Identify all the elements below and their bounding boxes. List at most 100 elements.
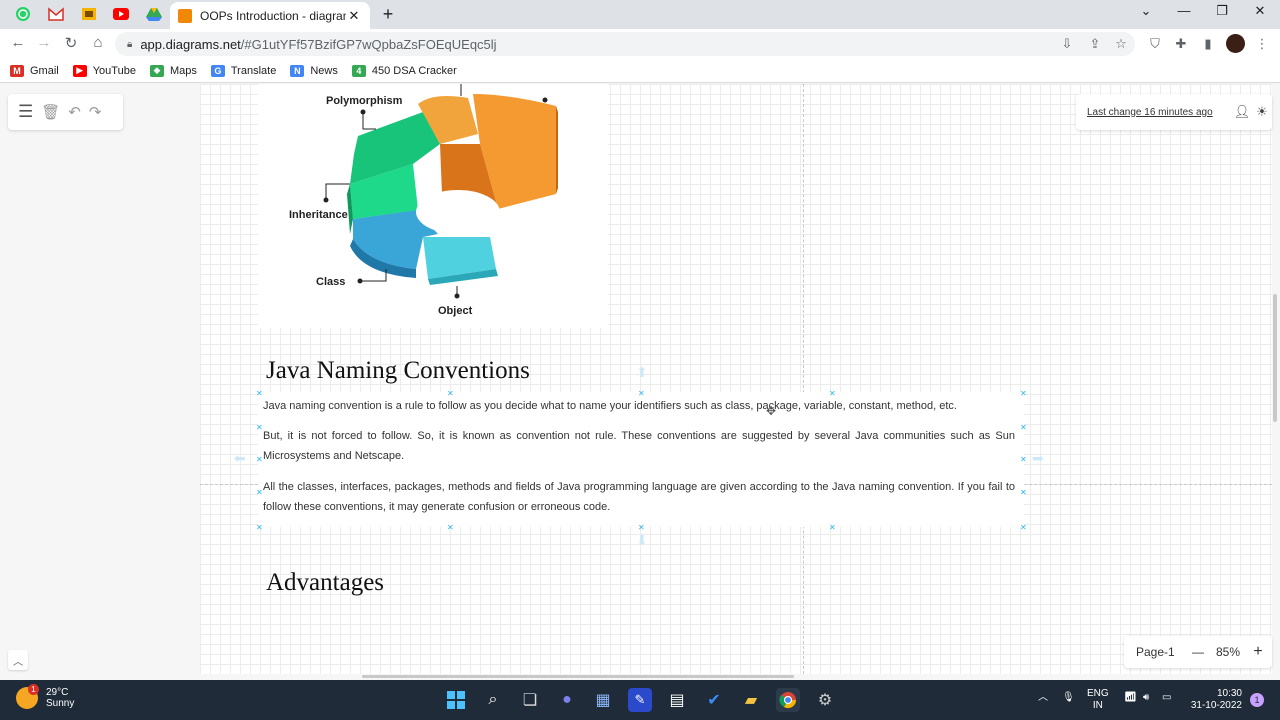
- gmail-pinned-tab[interactable]: [45, 4, 67, 24]
- resize-handle-w2[interactable]: ✕: [256, 489, 263, 497]
- resize-handle-nw[interactable]: ✕: [256, 390, 263, 398]
- redo-icon[interactable]: ↷: [89, 103, 102, 121]
- windows-taskbar: 1 29°C Sunny ⌕ ❏ ● ▦ ✎ ▤ ✔ ▰ ⚙ ︿ 🎙︎ ENG …: [0, 680, 1280, 720]
- coding-site-pinned-tab[interactable]: [78, 4, 100, 24]
- teams-chat-icon[interactable]: ●: [555, 688, 579, 712]
- connect-arrow-up-icon[interactable]: ⬆: [636, 364, 648, 381]
- tab-search-icon[interactable]: ⌄: [1131, 3, 1161, 19]
- resize-handle-e1[interactable]: ✕: [1020, 424, 1027, 432]
- undo-icon[interactable]: ↶: [68, 103, 81, 121]
- last-change-link[interactable]: Last change 16 minutes ago: [1087, 107, 1232, 118]
- delete-icon[interactable]: 🗑︎: [41, 103, 60, 121]
- horizontal-scrollbar[interactable]: [362, 675, 794, 678]
- task-view-icon[interactable]: ❏: [518, 688, 542, 712]
- connect-arrow-left-icon[interactable]: ⬅: [234, 450, 246, 467]
- close-window-icon[interactable]: ✕: [1245, 3, 1275, 19]
- bookmark-translate[interactable]: G Translate: [210, 64, 276, 77]
- leader-line-inheritance: [325, 183, 350, 200]
- bookmark-maps[interactable]: ◆ Maps: [149, 64, 197, 77]
- forward-icon[interactable]: →: [34, 34, 54, 51]
- search-icon[interactable]: ⌕: [481, 688, 505, 712]
- drive-pinned-tab[interactable]: [143, 4, 165, 24]
- resize-handle-n1[interactable]: ✕: [447, 390, 454, 398]
- address-bar[interactable]: 🔒︎ app.diagrams.net /#G1utYFf57BzifGP7wQ…: [115, 32, 1135, 56]
- whiteboard-app-icon[interactable]: ✎: [628, 688, 652, 712]
- resize-handle-s[interactable]: ✕: [638, 524, 645, 532]
- oops-diagram-image[interactable]: Polymorphism Inheritance Class Object: [258, 84, 608, 328]
- heading-advantages[interactable]: Advantages: [266, 569, 384, 597]
- microphone-icon[interactable]: 🎙︎: [1062, 692, 1075, 704]
- resize-handle-e[interactable]: ✕: [1020, 456, 1027, 464]
- clock-time: 10:30: [1216, 688, 1242, 699]
- resize-handle-n[interactable]: ✕: [638, 390, 645, 398]
- side-panel-icon[interactable]: ▮: [1199, 36, 1217, 52]
- settings-gear-icon[interactable]: ⚙: [813, 688, 837, 712]
- page-selector[interactable]: Page-1: [1136, 645, 1188, 659]
- zoom-in-button[interactable]: +: [1248, 643, 1268, 661]
- resize-handle-s1[interactable]: ✕: [447, 524, 454, 532]
- start-windows-icon[interactable]: [444, 688, 468, 712]
- volume-icon[interactable]: 🔊︎: [1143, 692, 1149, 704]
- resize-handle-w1[interactable]: ✕: [256, 424, 263, 432]
- drawio-icon: [178, 8, 192, 23]
- minimize-icon[interactable]: —: [1169, 3, 1199, 18]
- connect-arrow-down-icon[interactable]: ⬇: [636, 532, 648, 549]
- connect-arrow-right-icon[interactable]: ➡: [1032, 450, 1044, 467]
- active-tab[interactable]: OOPs Introduction - diagrams.ne ✕: [170, 2, 370, 29]
- bookmark-dsa-cracker[interactable]: 4 450 DSA Cracker: [351, 64, 457, 77]
- reload-icon[interactable]: ↻: [61, 34, 81, 52]
- youtube-icon: ▶: [72, 64, 87, 77]
- resize-handle-se[interactable]: ✕: [1020, 524, 1027, 532]
- extensions-puzzle-icon[interactable]: ✚: [1172, 36, 1190, 52]
- resize-handle-n2[interactable]: ✕: [829, 390, 836, 398]
- profile-avatar[interactable]: [1226, 34, 1245, 53]
- clock-date: 31-10-2022: [1190, 700, 1242, 711]
- language-indicator[interactable]: ENG IN: [1087, 688, 1109, 712]
- youtube-icon: [113, 8, 129, 20]
- whatsapp-pinned-tab[interactable]: [12, 4, 34, 24]
- theme-sun-icon[interactable]: ☀: [1252, 104, 1272, 120]
- home-icon[interactable]: ⌂: [88, 34, 108, 51]
- youtube-pinned-tab[interactable]: [110, 4, 132, 24]
- browser-toolbar: ← → ↻ ⌂ 🔒︎ app.diagrams.net /#G1utYFf57B…: [0, 29, 1280, 59]
- lock-icon: 🔒︎: [127, 38, 133, 50]
- shield-extension-icon[interactable]: ⛉: [1146, 36, 1164, 52]
- bookmark-star-icon[interactable]: ☆: [1112, 36, 1130, 52]
- vertical-scrollbar[interactable]: [1273, 294, 1277, 422]
- notification-badge[interactable]: 1: [1250, 693, 1264, 707]
- bookmark-youtube[interactable]: ▶ YouTube: [72, 64, 136, 77]
- hamburger-menu-icon[interactable]: ☰: [18, 102, 33, 122]
- file-explorer-icon[interactable]: ▰: [739, 688, 763, 712]
- leader-dot-inheritance: [323, 197, 329, 203]
- collapse-panel-icon[interactable]: ︿: [8, 650, 28, 670]
- more-menu-icon[interactable]: ⋮: [1253, 36, 1271, 52]
- clock[interactable]: 10:30 31-10-2022: [1190, 688, 1242, 712]
- zoom-level[interactable]: 85%: [1208, 645, 1248, 659]
- bookmark-gmail[interactable]: M Gmail: [10, 64, 59, 77]
- close-tab-icon[interactable]: ✕: [346, 8, 362, 24]
- editor-toolbar: ☰ 🗑︎ ↶ ↷: [8, 94, 123, 130]
- weather-widget[interactable]: 1 29°C Sunny: [16, 684, 74, 709]
- todo-check-icon[interactable]: ✔: [702, 688, 726, 712]
- chevron-up-icon[interactable]: ︿: [1038, 692, 1048, 704]
- donut-hole: [416, 190, 500, 234]
- heading-java-naming-conventions[interactable]: Java Naming Conventions: [266, 357, 530, 385]
- resize-handle-w[interactable]: ✕: [256, 456, 263, 464]
- back-icon[interactable]: ←: [8, 34, 28, 51]
- resize-handle-sw[interactable]: ✕: [256, 524, 263, 532]
- install-icon[interactable]: ⇩: [1058, 36, 1076, 52]
- maximize-icon[interactable]: ❐: [1207, 3, 1237, 19]
- battery-icon[interactable]: ▭: [1162, 692, 1171, 704]
- chrome-taskbar-icon[interactable]: [776, 688, 800, 712]
- photos-icon[interactable]: ▦: [591, 688, 615, 712]
- store-icon[interactable]: ▤: [665, 688, 689, 712]
- bookmark-news[interactable]: N News: [290, 64, 338, 77]
- resize-handle-e2[interactable]: ✕: [1020, 489, 1027, 497]
- new-tab-button[interactable]: +: [378, 4, 398, 25]
- share-icon[interactable]: ⇪: [1086, 36, 1104, 52]
- resize-handle-ne[interactable]: ✕: [1020, 390, 1027, 398]
- wifi-icon[interactable]: 📶︎: [1124, 692, 1137, 704]
- zoom-out-button[interactable]: —: [1188, 645, 1208, 659]
- share-user-icon[interactable]: 👤︎: [1232, 104, 1252, 120]
- resize-handle-s2[interactable]: ✕: [829, 524, 836, 532]
